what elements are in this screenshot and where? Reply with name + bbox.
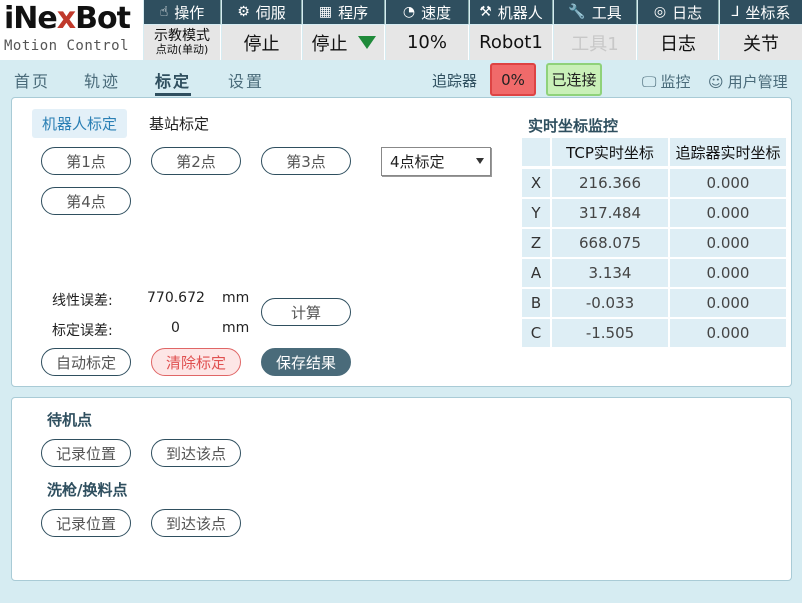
tracker-header: 追踪器实时坐标 xyxy=(670,138,786,166)
chevron-down-icon xyxy=(476,158,484,164)
linear-error-unit: mm xyxy=(222,290,250,306)
menu-tab-robot[interactable]: ⚒ 机器人 xyxy=(470,0,553,24)
clean-goto-button[interactable]: 到达该点 xyxy=(151,509,241,537)
brand-subtitle: Motion Control xyxy=(4,38,130,54)
log-button[interactable]: 日志 xyxy=(638,25,719,60)
axis-icon: ⅃ xyxy=(731,4,740,20)
tracker-percent-badge: 0% xyxy=(490,63,536,96)
nav-calib[interactable]: 标定 xyxy=(155,68,192,96)
save-result-button[interactable]: 保存结果 xyxy=(261,348,351,376)
calib-error-label: 标定误差: xyxy=(52,323,113,339)
compute-button[interactable]: 计算 xyxy=(261,298,351,326)
brand-logo: iNexBot xyxy=(4,1,131,36)
tracker-value: 0.000 xyxy=(670,229,786,257)
tcp-value: -0.033 xyxy=(552,289,668,317)
program-status[interactable]: 停止 xyxy=(303,25,385,60)
tracker-value: 0.000 xyxy=(670,169,786,197)
user-icon: ☺ xyxy=(708,72,724,91)
tracker-value: 0.000 xyxy=(670,259,786,287)
menu-tab-coord[interactable]: ⅃ 坐标系 xyxy=(720,0,802,24)
menu-tab-servo[interactable]: ⚙ 伺服 xyxy=(222,0,302,24)
nav-home[interactable]: 首页 xyxy=(14,68,50,92)
standby-point-title: 待机点 xyxy=(47,411,93,429)
nav-track[interactable]: 轨迹 xyxy=(84,68,120,92)
clean-record-button[interactable]: 记录位置 xyxy=(41,509,131,537)
standby-record-button[interactable]: 记录位置 xyxy=(41,439,131,467)
monitor-icon: 🖵 xyxy=(642,72,657,91)
tcp-value: 216.366 xyxy=(552,169,668,197)
servo-icon: ⚙ xyxy=(237,4,250,20)
tracker-value: 0.000 xyxy=(670,319,786,347)
point-1-button[interactable]: 第1点 xyxy=(41,147,131,175)
tab-base-calibration[interactable]: 基站标定 xyxy=(139,109,219,138)
position-points-panel xyxy=(11,397,792,581)
calib-error-value: 0 xyxy=(171,320,180,336)
tcp-value: 317.484 xyxy=(552,199,668,227)
axis-label: B xyxy=(522,289,550,317)
user-management-link[interactable]: ☺ 用户管理 xyxy=(708,71,788,92)
linear-error-value: 770.672 xyxy=(147,290,205,306)
robot-select[interactable]: Robot1 xyxy=(470,25,553,60)
log-icon: ◎ xyxy=(653,4,667,20)
clear-calibration-button[interactable]: 清除标定 xyxy=(151,348,241,376)
standby-goto-button[interactable]: 到达该点 xyxy=(151,439,241,467)
axis-label: A xyxy=(522,259,550,287)
tcp-header: TCP实时坐标 xyxy=(552,138,668,166)
monitor-title: 实时坐标监控 xyxy=(528,117,619,135)
menu-tab-speed[interactable]: ◔ 速度 xyxy=(386,0,469,24)
linear-error-label: 线性误差: xyxy=(52,293,113,309)
point-2-button[interactable]: 第2点 xyxy=(151,147,241,175)
tcp-value: 668.075 xyxy=(552,229,668,257)
point-3-button[interactable]: 第3点 xyxy=(261,147,351,175)
hand-icon: ☝ xyxy=(159,4,169,20)
axis-label: X xyxy=(522,169,550,197)
calib-error-unit: mm xyxy=(222,320,250,336)
speed-status[interactable]: 10% xyxy=(386,25,469,60)
connection-status-badge: 已连接 xyxy=(546,63,602,96)
table-corner xyxy=(522,138,550,166)
mode-indicator[interactable]: 示教模式 点动(单动) xyxy=(144,25,221,60)
menu-tab-log[interactable]: ◎ 日志 xyxy=(638,0,719,24)
coord-select[interactable]: 关节 xyxy=(720,25,802,60)
grid-icon: ▦ xyxy=(318,4,333,20)
wrench-icon: 🔧 xyxy=(568,4,586,20)
robot-arm-icon: ⚒ xyxy=(479,4,492,20)
axis-label: Y xyxy=(522,199,550,227)
tab-robot-calibration[interactable]: 机器人标定 xyxy=(32,109,128,138)
tracker-value: 0.000 xyxy=(670,289,786,317)
auto-calibrate-button[interactable]: 自动标定 xyxy=(41,348,131,376)
coordinate-table: TCP实时坐标 追踪器实时坐标 X 216.366 0.000 Y 317.48… xyxy=(522,138,786,348)
tracker-value: 0.000 xyxy=(670,199,786,227)
servo-status[interactable]: 停止 xyxy=(222,25,302,60)
nav-settings[interactable]: 设置 xyxy=(228,68,264,92)
monitor-link[interactable]: 🖵 监控 xyxy=(642,71,690,92)
menu-tab-tool[interactable]: 🔧 工具 xyxy=(554,0,637,24)
calibration-mode-select[interactable]: 4点标定 xyxy=(381,147,491,176)
tracker-label: 追踪器 xyxy=(432,72,478,90)
tool-select: 工具1 xyxy=(554,25,637,60)
tcp-value: 3.134 xyxy=(552,259,668,287)
point-4-button[interactable]: 第4点 xyxy=(41,187,131,215)
clean-point-title: 洗枪/换料点 xyxy=(47,481,128,499)
menu-tab-program[interactable]: ▦ 程序 xyxy=(303,0,385,24)
axis-label: Z xyxy=(522,229,550,257)
axis-label: C xyxy=(522,319,550,347)
gauge-icon: ◔ xyxy=(402,4,416,20)
chevron-down-icon xyxy=(357,36,376,49)
tcp-value: -1.505 xyxy=(552,319,668,347)
menu-tab-operate[interactable]: ☝ 操作 xyxy=(144,0,221,24)
